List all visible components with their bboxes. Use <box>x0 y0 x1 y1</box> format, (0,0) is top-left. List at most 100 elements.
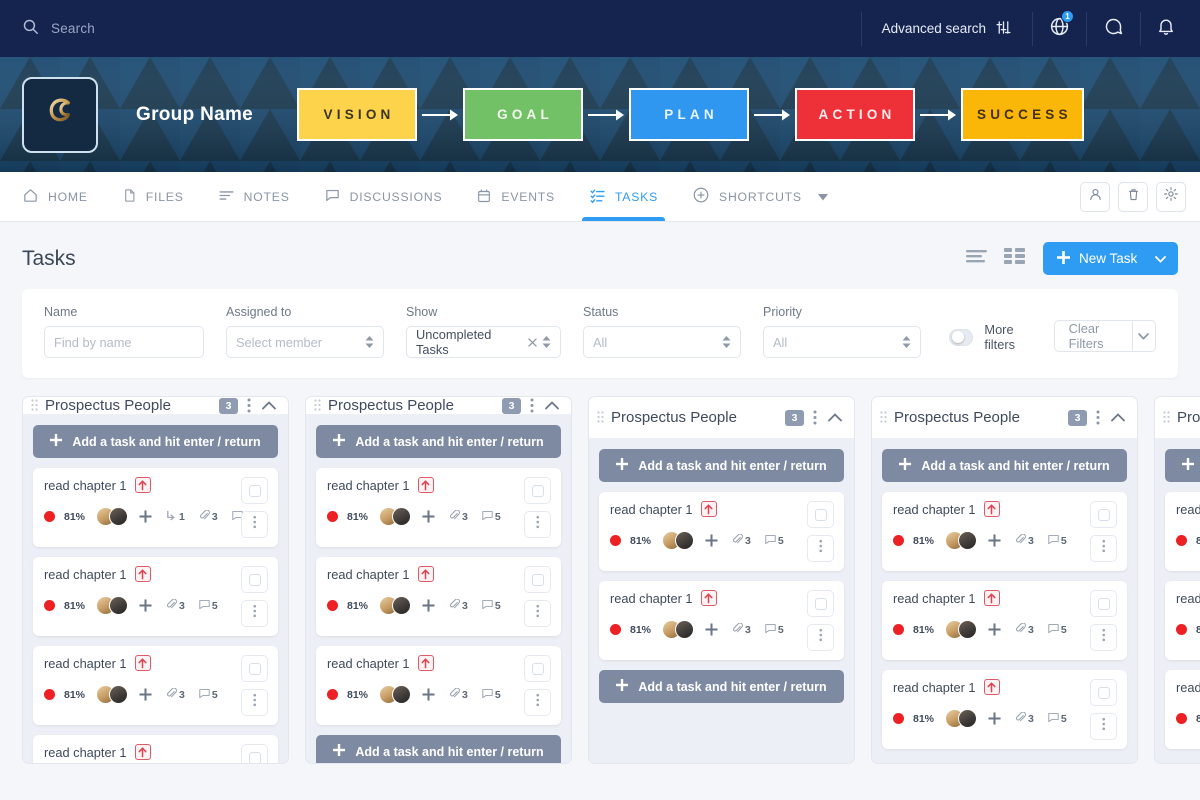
priority-up-icon[interactable] <box>135 477 151 493</box>
task-menu-button[interactable] <box>524 600 551 627</box>
assignee-avatars[interactable] <box>662 531 694 550</box>
task-menu-button[interactable] <box>1090 535 1117 562</box>
task-card[interactable]: read chapter 181%35 <box>33 735 278 764</box>
priority-select[interactable]: All <box>763 326 921 358</box>
task-complete-checkbox[interactable] <box>807 590 834 617</box>
priority-up-icon[interactable] <box>135 566 151 582</box>
add-assignee-icon[interactable] <box>139 688 152 701</box>
assignee-avatars[interactable] <box>96 507 128 526</box>
task-menu-button[interactable] <box>1090 624 1117 651</box>
messages-button[interactable] <box>1086 12 1140 46</box>
assignee-avatars[interactable] <box>945 709 977 728</box>
drag-grip-icon[interactable] <box>597 411 604 425</box>
priority-up-icon[interactable] <box>701 590 717 606</box>
add-assignee-icon[interactable] <box>988 534 1001 547</box>
column-collapse-button[interactable] <box>543 401 561 410</box>
add-task-button[interactable]: Add a task and hit enter / return <box>1165 449 1200 482</box>
notifications-button[interactable] <box>1140 12 1200 46</box>
flow-step-goal[interactable]: GOAL <box>463 88 583 141</box>
members-button[interactable] <box>1080 182 1110 212</box>
task-complete-checkbox[interactable] <box>1090 679 1117 706</box>
task-card[interactable]: read chapter 181%35 <box>882 492 1127 571</box>
add-task-button[interactable]: Add a task and hit enter / return <box>882 449 1127 482</box>
priority-up-icon[interactable] <box>418 655 434 671</box>
task-menu-button[interactable] <box>524 689 551 716</box>
assignee-avatars[interactable] <box>96 596 128 615</box>
task-card[interactable]: read chapter 181%35 <box>882 581 1127 660</box>
task-card[interactable]: read chapter 181%35 <box>1165 581 1200 660</box>
assignee-avatars[interactable] <box>945 620 977 639</box>
assignee-avatars[interactable] <box>945 531 977 550</box>
add-assignee-icon[interactable] <box>139 510 152 523</box>
task-complete-checkbox[interactable] <box>241 477 268 504</box>
priority-up-icon[interactable] <box>418 566 434 582</box>
task-complete-checkbox[interactable] <box>241 655 268 682</box>
task-complete-checkbox[interactable] <box>807 501 834 528</box>
close-icon[interactable] <box>528 335 537 350</box>
column-menu-button[interactable] <box>811 410 819 425</box>
nav-item-events[interactable]: EVENTS <box>459 172 572 221</box>
priority-up-icon[interactable] <box>418 477 434 493</box>
task-menu-button[interactable] <box>241 600 268 627</box>
priority-up-icon[interactable] <box>984 590 1000 606</box>
flow-step-plan[interactable]: PLAN <box>629 88 749 141</box>
task-card[interactable]: read chapter 181%35 <box>316 646 561 725</box>
task-complete-checkbox[interactable] <box>524 477 551 504</box>
assignee-avatars[interactable] <box>662 620 694 639</box>
priority-up-icon[interactable] <box>984 501 1000 517</box>
nav-item-home[interactable]: HOME <box>22 172 105 221</box>
column-menu-button[interactable] <box>1094 410 1102 425</box>
add-assignee-icon[interactable] <box>139 599 152 612</box>
column-collapse-button[interactable] <box>826 413 844 422</box>
add-assignee-icon[interactable] <box>422 688 435 701</box>
task-card[interactable]: read chapter 181%35 <box>599 492 844 571</box>
nav-item-notes[interactable]: NOTES <box>201 172 307 221</box>
task-complete-checkbox[interactable] <box>524 655 551 682</box>
priority-up-icon[interactable] <box>701 501 717 517</box>
add-task-button[interactable]: Add a task and hit enter / return <box>599 670 844 703</box>
task-complete-checkbox[interactable] <box>241 566 268 593</box>
name-input[interactable]: Find by name <box>44 326 204 358</box>
assignee-avatars[interactable] <box>96 685 128 704</box>
priority-up-icon[interactable] <box>135 744 151 760</box>
task-complete-checkbox[interactable] <box>1090 501 1117 528</box>
nav-item-discussions[interactable]: DISCUSSIONS <box>307 172 460 221</box>
task-card[interactable]: read chapter 181%35 <box>599 581 844 660</box>
nav-item-tasks[interactable]: TASKS <box>572 172 675 221</box>
clear-filters-caret[interactable] <box>1132 321 1155 351</box>
add-assignee-icon[interactable] <box>988 623 1001 636</box>
add-assignee-icon[interactable] <box>705 623 718 636</box>
assignee-avatars[interactable] <box>379 685 411 704</box>
list-view-icon[interactable] <box>966 249 987 268</box>
task-menu-button[interactable] <box>807 535 834 562</box>
task-menu-button[interactable] <box>524 511 551 538</box>
flow-step-success[interactable]: SUCCESS <box>961 88 1084 141</box>
task-card[interactable]: read chapter 181%35 <box>316 557 561 636</box>
column-collapse-button[interactable] <box>260 401 278 410</box>
task-menu-button[interactable] <box>807 624 834 651</box>
task-card[interactable]: read chapter 181%35 <box>1165 670 1200 749</box>
new-task-button[interactable]: New Task <box>1043 242 1178 275</box>
task-card[interactable]: read chapter 181%35 <box>33 646 278 725</box>
grid-view-icon[interactable] <box>1004 248 1025 269</box>
add-assignee-icon[interactable] <box>422 599 435 612</box>
add-assignee-icon[interactable] <box>988 712 1001 725</box>
flow-step-vision[interactable]: VISION <box>297 88 417 141</box>
task-card[interactable]: read chapter 181%135 <box>33 468 278 547</box>
add-task-button[interactable]: Add a task and hit enter / return <box>316 425 561 458</box>
trash-button[interactable] <box>1118 182 1148 212</box>
task-complete-checkbox[interactable] <box>1090 590 1117 617</box>
assignee-avatars[interactable] <box>379 596 411 615</box>
globe-button[interactable]: 1 <box>1032 12 1086 46</box>
add-task-button[interactable]: Add a task and hit enter / return <box>33 425 278 458</box>
search-box[interactable]: Search <box>22 18 95 40</box>
add-assignee-icon[interactable] <box>422 510 435 523</box>
priority-up-icon[interactable] <box>984 679 1000 695</box>
nav-item-files[interactable]: FILES <box>105 172 201 221</box>
task-card[interactable]: read chapter 181%35 <box>1165 492 1200 571</box>
task-card[interactable]: read chapter 181%35 <box>316 468 561 547</box>
priority-up-icon[interactable] <box>135 655 151 671</box>
clear-filters-button[interactable]: Clear Filters <box>1055 321 1132 351</box>
column-collapse-button[interactable] <box>1109 413 1127 422</box>
assigned-to-select[interactable]: Select member <box>226 326 384 358</box>
